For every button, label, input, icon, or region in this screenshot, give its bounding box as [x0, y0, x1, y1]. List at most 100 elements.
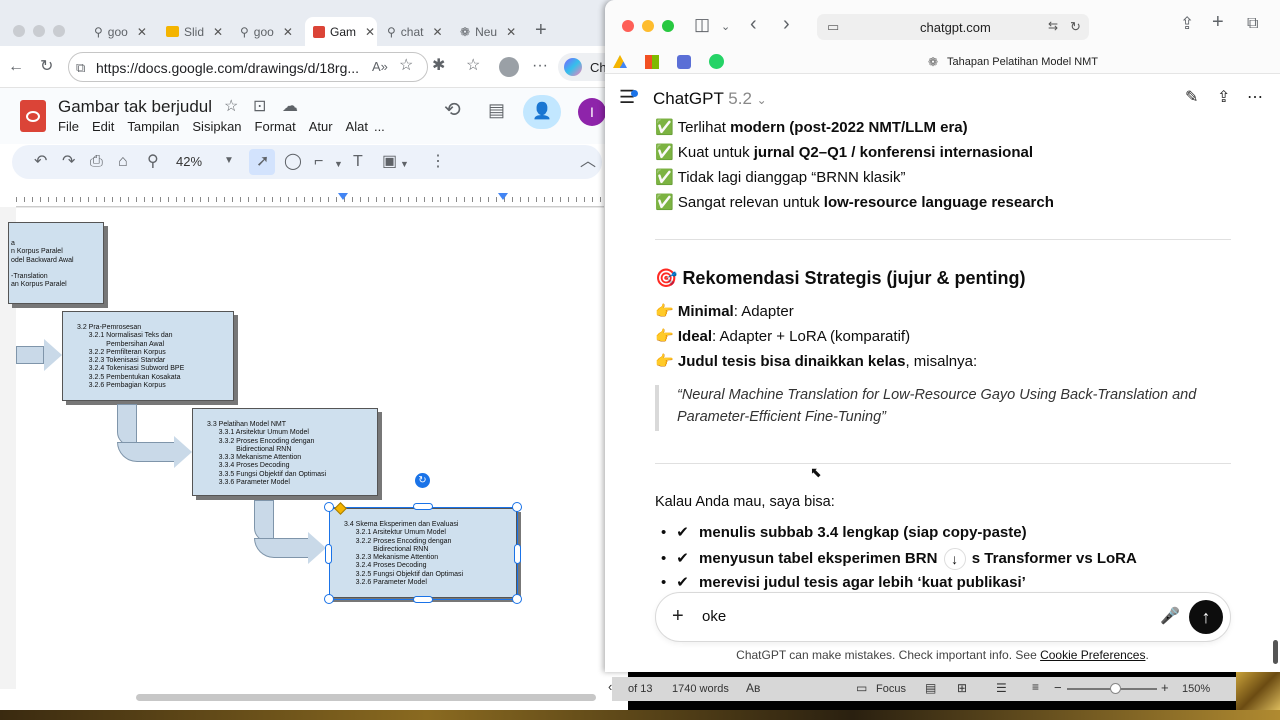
connector-arrow-3[interactable] [254, 500, 274, 542]
collapse-toolbar-icon[interactable]: ︿ [580, 154, 596, 170]
new-tab-icon[interactable]: + [535, 20, 547, 40]
menu-more[interactable]: ... [374, 119, 385, 134]
menu-file[interactable]: File [58, 119, 79, 134]
zoom-in-icon[interactable]: + [1161, 680, 1169, 695]
browser-tab[interactable]: ⚲ goo ✕ [86, 17, 156, 46]
whatsapp-bookmark-icon[interactable] [709, 54, 724, 69]
outline-icon[interactable]: ☰ [996, 681, 1007, 695]
send-button[interactable]: ↑ [1189, 600, 1223, 634]
resize-handle-ne[interactable] [512, 502, 522, 512]
image-dropdown-icon[interactable]: ▼ [400, 156, 409, 172]
share-button[interactable]: 👤 [523, 95, 561, 129]
cookie-preferences-link[interactable]: Cookie Preferences [1040, 648, 1145, 662]
model-selector[interactable]: ChatGPT 5.2 ⌄ [653, 89, 767, 109]
forward-icon[interactable]: › [783, 14, 790, 34]
version-history-icon[interactable]: ⟲ [444, 100, 461, 120]
resize-handle-e[interactable] [514, 544, 521, 564]
zoom-out-icon[interactable]: − [1054, 680, 1062, 695]
extensions-icon[interactable]: ✱ [432, 58, 445, 74]
zoom-slider-thumb[interactable] [1110, 683, 1121, 694]
translate-icon[interactable]: ⇆ [1048, 19, 1058, 33]
menu-view[interactable]: Tampilan [127, 119, 179, 134]
draft-icon[interactable]: ≡ [1032, 680, 1039, 694]
undo-icon[interactable]: ↶ [34, 154, 47, 170]
comments-icon[interactable]: ▤ [488, 101, 505, 119]
image-icon[interactable]: ▣ [382, 154, 397, 170]
favorite-star-icon[interactable]: ☆ [399, 58, 413, 74]
scrollbar-thumb[interactable] [1273, 640, 1278, 664]
horizontal-scrollbar[interactable] [136, 694, 596, 701]
page-settings-icon[interactable]: ▭ [827, 19, 839, 35]
site-info-icon[interactable]: ⧉ [76, 60, 85, 76]
zoom-level[interactable]: 42% [176, 154, 202, 169]
resize-handle-se[interactable] [512, 594, 522, 604]
menu-insert[interactable]: Sisipkan [192, 119, 241, 134]
microphone-icon[interactable]: 🎤 [1160, 606, 1180, 626]
connector-arrow-1[interactable] [16, 346, 44, 364]
message-input[interactable]: oke [702, 608, 726, 625]
share-icon[interactable]: ⇪ [1217, 90, 1230, 106]
print-icon[interactable]: ⎙ [90, 154, 103, 170]
more-options-icon[interactable]: ⋮ [430, 154, 446, 170]
resize-handle-sw[interactable] [324, 594, 334, 604]
shape-icon[interactable]: ◯ [284, 154, 302, 170]
diagram-box-1[interactable]: a n Korpus Paralel odel Backward Awal -T… [8, 222, 104, 304]
diagram-box-pelatihan[interactable]: 3.3 Pelatihan Model NMT 3.3.1 Arsitektur… [192, 408, 378, 496]
sidebar-icon[interactable]: ◫ [694, 16, 710, 33]
web-layout-icon[interactable]: ⊞ [957, 681, 967, 695]
drawing-canvas[interactable]: a n Korpus Paralel odel Backward Awal -T… [8, 207, 604, 689]
page-collapse-icon[interactable]: ‹ [608, 679, 612, 694]
more-icon[interactable]: ⋯ [1247, 90, 1263, 106]
close-window-button[interactable] [622, 20, 634, 32]
doc-title[interactable]: Gambar tak berjudul [58, 97, 212, 117]
star-icon[interactable]: ☆ [224, 99, 238, 115]
move-folder-icon[interactable]: ⊡ [253, 99, 266, 115]
minimize-window-button[interactable] [33, 25, 45, 37]
resize-handle-s[interactable] [413, 596, 433, 603]
close-window-button[interactable] [13, 25, 25, 37]
resize-handle-nw[interactable] [324, 502, 334, 512]
menu-arrange[interactable]: Atur [309, 119, 333, 134]
zoom-window-button[interactable] [662, 20, 674, 32]
sidebar-dropdown-icon[interactable]: ⌄ [721, 19, 730, 35]
office-bookmark-icon[interactable] [645, 55, 659, 69]
close-tab-icon[interactable]: ✕ [213, 25, 223, 39]
focus-label[interactable]: Focus [876, 683, 906, 695]
page-tab-title[interactable]: Tahapan Pelatihan Model NMT [947, 56, 1098, 68]
rotate-handle-icon[interactable]: ↻ [415, 473, 430, 488]
text-box-icon[interactable]: T [353, 154, 363, 170]
bookmark-icon[interactable] [677, 55, 691, 69]
close-tab-icon[interactable]: ✕ [137, 25, 147, 39]
new-tab-icon[interactable]: + [1212, 12, 1224, 32]
browser-tab[interactable]: ⚲ goo ✕ [232, 17, 304, 46]
plus-icon[interactable]: + [672, 605, 684, 628]
close-tab-icon[interactable]: ✕ [432, 25, 442, 39]
reload-icon[interactable]: ↻ [1070, 19, 1081, 35]
close-tab-icon[interactable]: ✕ [283, 25, 293, 39]
proofing-icon[interactable]: Aʙ [746, 681, 760, 695]
resize-handle-w[interactable] [325, 544, 332, 564]
minimize-window-button[interactable] [642, 20, 654, 32]
scroll-down-icon[interactable]: ↓ [943, 548, 966, 570]
maximize-window-button[interactable] [53, 25, 65, 37]
browser-tab-active[interactable]: Gam ✕ [305, 17, 377, 46]
line-tool-icon[interactable]: ⌐ [314, 154, 323, 170]
composer[interactable]: + oke 🎤 [655, 592, 1231, 642]
print-layout-icon[interactable]: ▤ [925, 681, 936, 695]
close-tab-icon[interactable]: ✕ [365, 25, 375, 39]
select-tool[interactable]: ➚ [249, 149, 275, 175]
menu-edit[interactable]: Edit [92, 119, 114, 134]
zoom-dropdown-icon[interactable]: ▼ [224, 153, 234, 169]
back-icon[interactable]: ‹ [750, 14, 757, 34]
close-tab-icon[interactable]: ✕ [506, 25, 516, 39]
ruler-marker-left[interactable] [338, 193, 348, 200]
share-icon[interactable]: ⇪ [1180, 15, 1194, 32]
connector-arrow-2[interactable] [117, 404, 137, 446]
paint-format-icon[interactable]: ⌂ [118, 154, 128, 170]
browser-tab[interactable]: Slid ✕ [158, 17, 230, 46]
menu-tools[interactable]: Alat [346, 119, 368, 134]
drive-bookmark-icon[interactable] [613, 55, 627, 68]
address-field[interactable]: ▭ chatgpt.com ⇆ ↻ [817, 14, 1089, 40]
reload-icon[interactable]: ↻ [40, 59, 53, 75]
browser-tab[interactable]: ❁ Neu ✕ [452, 17, 524, 46]
